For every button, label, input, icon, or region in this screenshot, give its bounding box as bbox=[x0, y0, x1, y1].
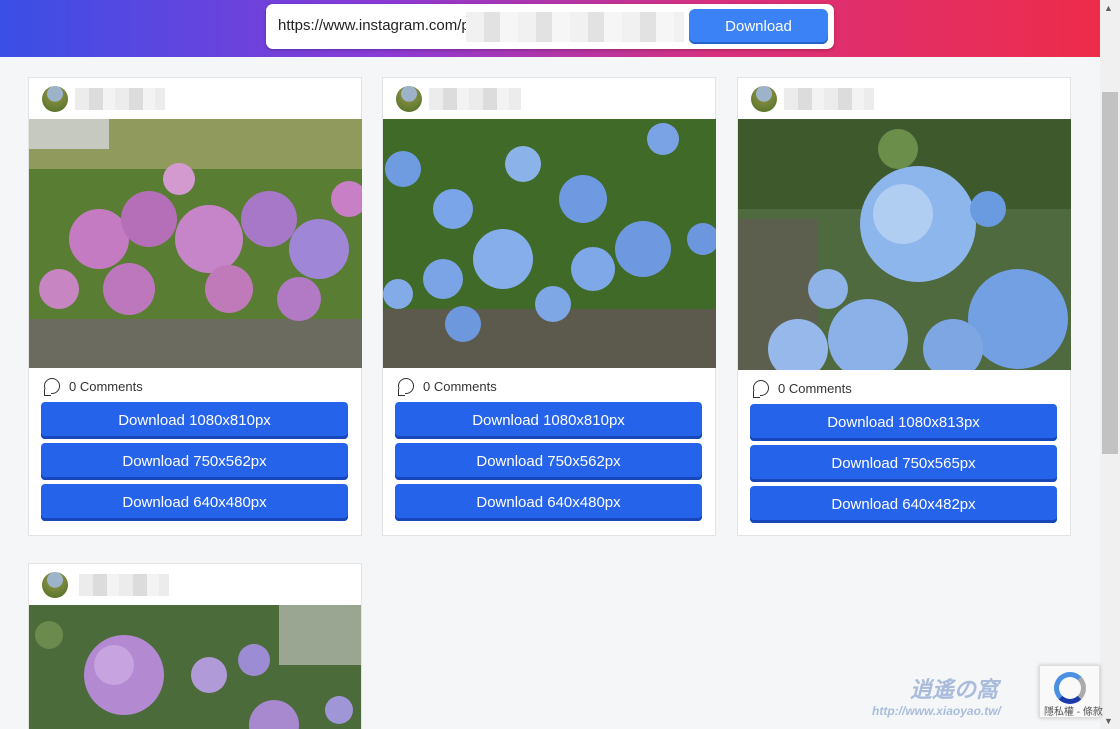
post-card-1: 0 Comments Download 1080x810px Download … bbox=[28, 77, 362, 536]
avatar bbox=[396, 86, 422, 112]
post-card-4 bbox=[28, 563, 362, 729]
scroll-down-icon[interactable]: ▼ bbox=[1104, 716, 1113, 726]
post-header bbox=[738, 78, 1070, 119]
avatar bbox=[751, 86, 777, 112]
avatar bbox=[42, 86, 68, 112]
download-1080-button[interactable]: Download 1080x810px bbox=[41, 402, 348, 439]
url-form: Download bbox=[266, 4, 834, 49]
scrollbar-thumb[interactable] bbox=[1102, 92, 1118, 454]
download-750-button[interactable]: Download 750x565px bbox=[750, 445, 1057, 482]
comment-icon bbox=[44, 378, 60, 396]
download-640-button[interactable]: Download 640x480px bbox=[395, 484, 702, 521]
comments-row: 0 Comments bbox=[738, 370, 1070, 404]
scroll-up-icon[interactable]: ▲ bbox=[1104, 3, 1113, 13]
download-750-button[interactable]: Download 750x562px bbox=[395, 443, 702, 480]
comments-count: 0 Comments bbox=[778, 381, 852, 396]
post-photo bbox=[738, 119, 1071, 370]
username-blurred bbox=[784, 88, 874, 110]
comment-icon bbox=[753, 380, 769, 398]
comments-row: 0 Comments bbox=[29, 368, 361, 402]
post-photo bbox=[29, 119, 362, 368]
download-750-button[interactable]: Download 750x562px bbox=[41, 443, 348, 480]
comments-row: 0 Comments bbox=[383, 368, 715, 402]
download-1080-button[interactable]: Download 1080x810px bbox=[395, 402, 702, 439]
post-header bbox=[29, 564, 361, 605]
watermark-url: http://www.xiaoyao.tw/ bbox=[872, 704, 1001, 718]
recaptcha-links[interactable]: 隱私權 - 條款 bbox=[1044, 703, 1103, 718]
comments-count: 0 Comments bbox=[69, 379, 143, 394]
comment-icon bbox=[398, 378, 414, 396]
post-header bbox=[29, 78, 361, 119]
download-1080-button[interactable]: Download 1080x813px bbox=[750, 404, 1057, 441]
recaptcha-badge[interactable]: 隱私權 - 條款 bbox=[1039, 665, 1103, 718]
url-input[interactable] bbox=[278, 17, 468, 34]
watermark: 逍遙の窩 http://www.xiaoyao.tw/ bbox=[872, 672, 1001, 718]
username-blurred bbox=[429, 88, 521, 110]
post-card-3: 0 Comments Download 1080x813px Download … bbox=[737, 77, 1071, 536]
post-card-2: 0 Comments Download 1080x810px Download … bbox=[382, 77, 716, 536]
avatar bbox=[42, 572, 68, 598]
username-blurred bbox=[75, 88, 165, 110]
post-photo bbox=[383, 119, 716, 368]
post-photo bbox=[29, 605, 361, 729]
download-640-button[interactable]: Download 640x480px bbox=[41, 484, 348, 521]
download-640-button[interactable]: Download 640x482px bbox=[750, 486, 1057, 523]
url-blurred-part bbox=[466, 12, 684, 42]
username-blurred bbox=[79, 574, 169, 596]
watermark-title: 逍遙の窩 bbox=[910, 677, 999, 702]
recaptcha-icon bbox=[1054, 672, 1086, 704]
post-header bbox=[383, 78, 715, 119]
comments-count: 0 Comments bbox=[423, 379, 497, 394]
download-button[interactable]: Download bbox=[689, 9, 828, 44]
